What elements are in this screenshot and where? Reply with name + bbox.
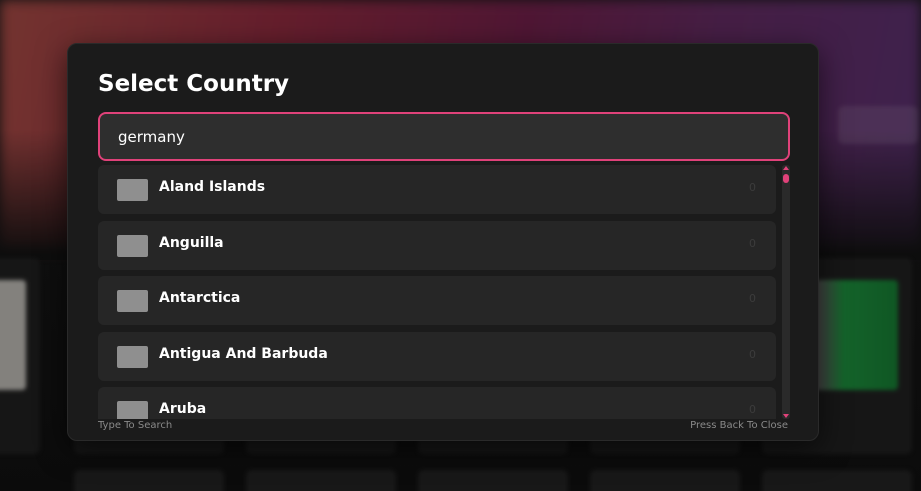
country-name: Aruba bbox=[159, 401, 207, 417]
country-item-aland-islands[interactable]: Aland Islands 0 bbox=[98, 165, 776, 214]
station-count: 0 bbox=[749, 403, 756, 416]
type-to-search-hint: Type To Search bbox=[98, 420, 173, 431]
list-scrollbar[interactable] bbox=[782, 165, 790, 419]
country-search-input[interactable] bbox=[98, 112, 790, 161]
flag-placeholder-icon bbox=[117, 401, 148, 419]
country-list: Aland Islands 0 Anguilla 0 Antarctica 0 … bbox=[98, 165, 777, 419]
country-name: Antarctica bbox=[159, 290, 241, 306]
station-count: 0 bbox=[749, 237, 756, 250]
station-count: 0 bbox=[749, 292, 756, 305]
press-back-hint: Press Back To Close bbox=[690, 420, 788, 431]
scrollbar-thumb[interactable] bbox=[783, 174, 789, 183]
country-name: Anguilla bbox=[159, 235, 224, 251]
scroll-up-arrow-icon[interactable] bbox=[783, 166, 789, 170]
flag-placeholder-icon bbox=[117, 179, 148, 201]
country-item-antarctica[interactable]: Antarctica 0 bbox=[98, 276, 776, 325]
flag-placeholder-icon bbox=[117, 346, 148, 368]
country-name: Antigua And Barbuda bbox=[159, 346, 328, 362]
station-count: 0 bbox=[749, 181, 756, 194]
country-item-anguilla[interactable]: Anguilla 0 bbox=[98, 221, 776, 270]
flag-placeholder-icon bbox=[117, 235, 148, 257]
country-item-antigua-and-barbuda[interactable]: Antigua And Barbuda 0 bbox=[98, 332, 776, 381]
scroll-down-arrow-icon[interactable] bbox=[783, 414, 789, 418]
country-name: Aland Islands bbox=[159, 179, 266, 195]
select-country-dialog: Select Country Aland Islands 0 Anguilla … bbox=[67, 43, 819, 441]
country-item-aruba[interactable]: Aruba 0 bbox=[98, 387, 776, 419]
dialog-title: Select Country bbox=[98, 71, 290, 97]
flag-placeholder-icon bbox=[117, 290, 148, 312]
station-count: 0 bbox=[749, 348, 756, 361]
